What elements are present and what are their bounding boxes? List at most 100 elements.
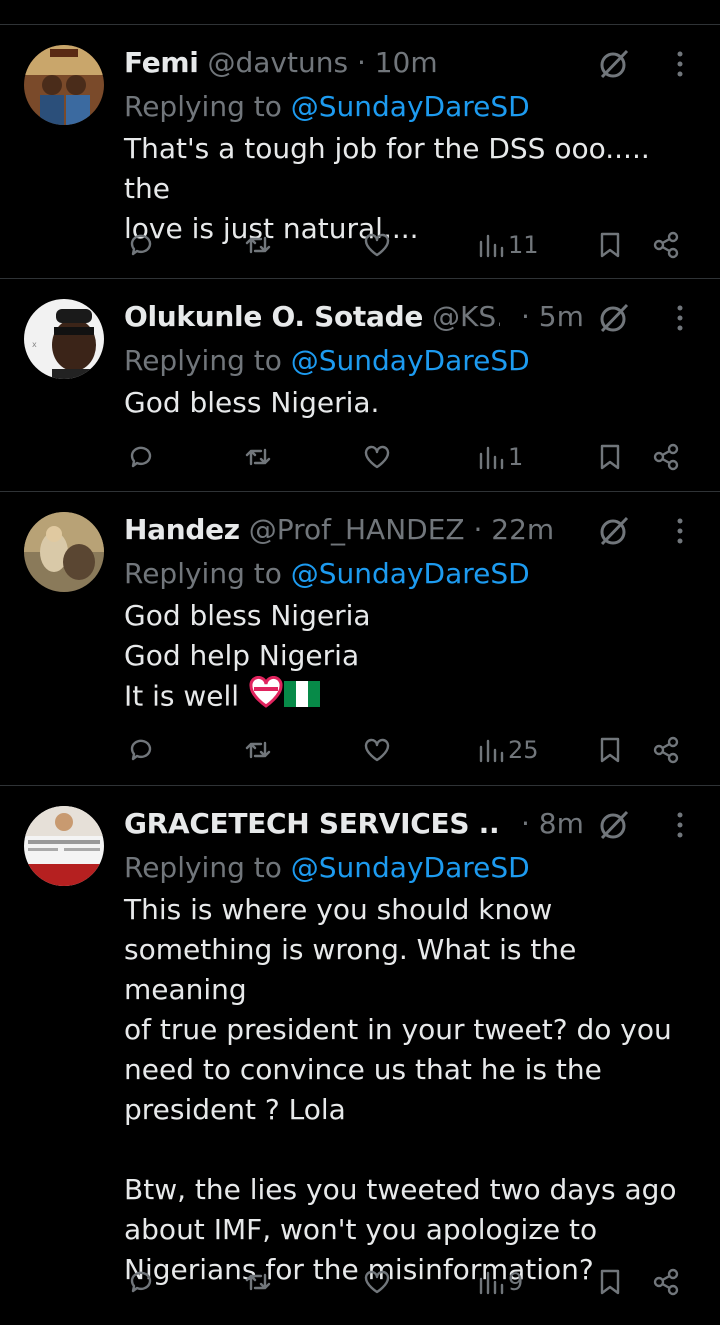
like-icon	[364, 445, 390, 469]
grok-icon[interactable]	[597, 301, 631, 335]
more-options-icon[interactable]	[664, 808, 696, 842]
more-options-icon[interactable]	[664, 514, 696, 548]
share-icon	[653, 1268, 679, 1296]
more-options-icon[interactable]	[664, 47, 696, 81]
views-button[interactable]: 25	[476, 730, 539, 770]
replying-label: Replying to	[124, 557, 282, 590]
like-button[interactable]	[362, 437, 392, 477]
views-icon	[479, 739, 504, 763]
reply-button[interactable]	[126, 730, 156, 770]
reply-icon	[130, 446, 152, 468]
view-count: 1	[508, 443, 524, 471]
like-icon	[364, 738, 390, 762]
share-button[interactable]	[651, 1262, 681, 1302]
tweet-text: This is where you should know something i…	[124, 890, 704, 1290]
tweet-text: God bless Nigeria.	[124, 383, 704, 423]
bookmark-button[interactable]	[595, 1262, 625, 1302]
timestamp[interactable]: · 22m	[473, 513, 554, 546]
grok-icon[interactable]	[597, 47, 631, 81]
retweet-button[interactable]	[243, 1262, 273, 1302]
retweet-button[interactable]	[243, 437, 273, 477]
display-name[interactable]: GRACETECH SERVICES ...	[124, 807, 500, 840]
display-name[interactable]: Femi	[124, 46, 199, 79]
view-count: 11	[508, 231, 539, 259]
reply-button[interactable]	[126, 1262, 156, 1302]
like-button[interactable]	[362, 730, 392, 770]
timestamp[interactable]: · 8m	[521, 802, 584, 846]
replying-handle-link[interactable]: @SundayDareSD	[291, 557, 530, 590]
text-line: Btw, the lies you tweeted two days ago	[124, 1173, 677, 1206]
replying-to: Replying to @SundayDareSD	[124, 846, 530, 890]
user-handle[interactable]: @KS...	[432, 300, 500, 333]
text-line: That's a tough job for the DSS ooo..... …	[124, 132, 659, 205]
replying-to: Replying to @SundayDareSD	[124, 339, 530, 383]
svg-text:x: x	[32, 340, 37, 349]
bookmark-icon	[600, 1269, 620, 1295]
replying-label: Replying to	[124, 851, 282, 884]
bookmark-button[interactable]	[595, 225, 625, 265]
share-button[interactable]	[651, 225, 681, 265]
avatar[interactable]: x	[24, 299, 104, 379]
text-line: president ? Lola	[124, 1093, 346, 1126]
avatar[interactable]	[24, 45, 104, 125]
reply-tweet-1[interactable]: Femi @davtuns · 10m Replying to @SundayD…	[0, 25, 720, 279]
reply-tweet-3[interactable]: Handez @Prof_HANDEZ · 22m Replying to @S…	[0, 492, 720, 786]
share-button[interactable]	[651, 730, 681, 770]
action-bar: 11	[0, 225, 720, 265]
like-button[interactable]	[362, 225, 392, 265]
text-line: God help Nigeria	[124, 639, 360, 672]
reply-tweet-2[interactable]: x Olukunle O. Sotade @KS... · 5m Replyin…	[0, 279, 720, 492]
reply-icon	[130, 739, 152, 761]
replying-to: Replying to @SundayDareSD	[124, 552, 530, 596]
bookmark-icon	[600, 444, 620, 470]
views-icon	[479, 446, 504, 470]
retweet-button[interactable]	[243, 730, 273, 770]
user-handle[interactable]: @Prof_HANDEZ	[249, 513, 465, 546]
views-button[interactable]: 11	[476, 225, 539, 265]
views-button[interactable]: 1	[476, 437, 523, 477]
share-button[interactable]	[651, 437, 681, 477]
like-icon	[364, 233, 390, 257]
text-line-with-emoji: It is well	[124, 675, 704, 719]
replying-handle-link[interactable]: @SundayDareSD	[291, 90, 530, 123]
bookmark-button[interactable]	[595, 437, 625, 477]
action-bar: 25	[0, 730, 720, 770]
text-line: something is wrong. What is the meaning	[124, 933, 586, 1006]
tweet-text: God bless Nigeria God help Nigeria It is w…	[124, 596, 704, 719]
view-count: 9	[508, 1268, 524, 1296]
replying-handle-link[interactable]: @SundayDareSD	[291, 344, 530, 377]
avatar[interactable]	[24, 806, 104, 886]
reply-button[interactable]	[126, 437, 156, 477]
share-icon	[653, 231, 679, 259]
tweet-header: Handez @Prof_HANDEZ · 22m	[124, 508, 570, 552]
views-button[interactable]: 9	[476, 1262, 523, 1302]
retweet-icon	[245, 741, 271, 759]
display-name[interactable]: Handez	[124, 513, 240, 546]
grok-icon[interactable]	[597, 514, 631, 548]
text-line: need to convince us that he is the	[124, 1053, 602, 1086]
views-icon	[479, 234, 504, 258]
bookmark-icon	[600, 737, 620, 763]
like-button[interactable]	[362, 1262, 392, 1302]
timestamp[interactable]: · 10m	[357, 46, 438, 79]
display-name[interactable]: Olukunle O. Sotade	[124, 300, 423, 333]
reply-tweet-4[interactable]: GRACETECH SERVICES ... · 8m Replying to …	[0, 786, 720, 1325]
user-handle[interactable]: @davtuns	[207, 46, 348, 79]
reply-icon	[130, 1271, 152, 1293]
text-line: This is where you should know	[124, 893, 553, 926]
retweet-icon	[245, 1273, 271, 1291]
share-icon	[653, 443, 679, 471]
timestamp[interactable]: · 5m	[521, 295, 584, 339]
like-icon	[364, 1270, 390, 1294]
share-icon	[653, 736, 679, 764]
tweet-header: Olukunle O. Sotade @KS...	[124, 295, 500, 339]
retweet-button[interactable]	[243, 225, 273, 265]
replying-handle-link[interactable]: @SundayDareSD	[291, 851, 530, 884]
grok-icon[interactable]	[597, 808, 631, 842]
bookmark-icon	[600, 232, 620, 258]
reply-button[interactable]	[126, 225, 156, 265]
text-line: It is well	[124, 679, 240, 713]
avatar[interactable]	[24, 512, 104, 592]
more-options-icon[interactable]	[664, 301, 696, 335]
bookmark-button[interactable]	[595, 730, 625, 770]
